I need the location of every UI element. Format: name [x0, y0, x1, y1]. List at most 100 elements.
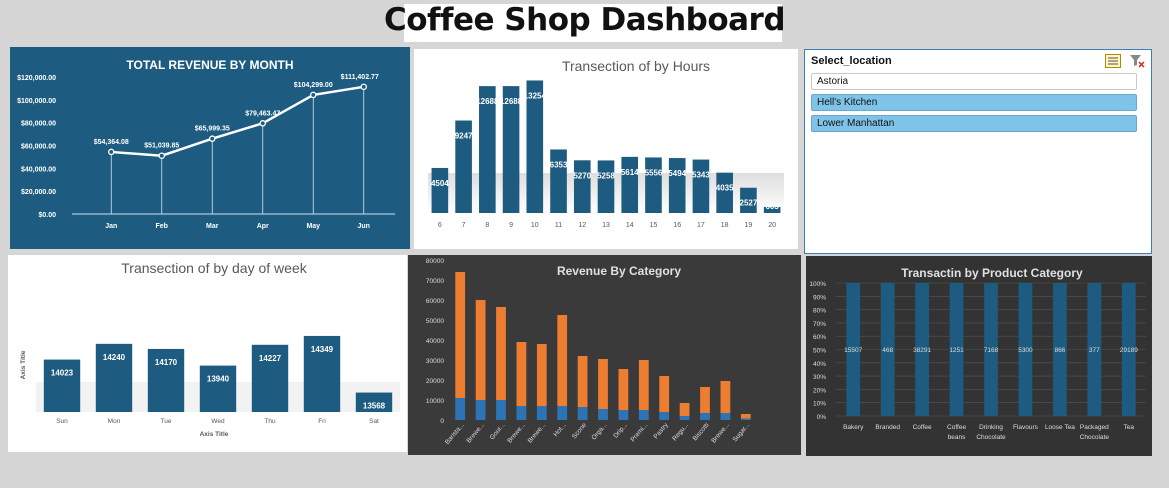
x-tick-label: 18 [721, 222, 729, 229]
x-tick-label: Regu... [671, 422, 690, 443]
chart-title: Transection of by Hours [562, 58, 710, 74]
bar-segment [536, 406, 547, 420]
x-tick-label: Drinking [979, 424, 1003, 431]
x-tick-label: Premi... [630, 422, 650, 444]
x-tick-label: 13 [602, 222, 610, 229]
bar-segment [618, 410, 629, 420]
clear-filter-icon[interactable] [1129, 54, 1145, 68]
bar [621, 156, 639, 213]
x-tick-label: Wed [211, 418, 225, 425]
x-tick-label: Loose Tea [1045, 424, 1075, 431]
x-tick-label: Thu [264, 418, 276, 425]
bar-segment [557, 315, 568, 406]
data-label: 5300 [1018, 347, 1033, 354]
x-tick-label: Chocolate [976, 434, 1006, 441]
data-label: 38291 [913, 347, 931, 354]
x-tick-label: Coffee [913, 424, 932, 431]
data-label: 5494 [668, 169, 686, 178]
data-label: 15507 [844, 347, 862, 354]
x-tick-label: 12 [578, 222, 586, 229]
y-tick-label: 60% [813, 334, 826, 341]
data-label: 5614 [621, 168, 639, 177]
data-point [158, 152, 165, 159]
slicer-item-hells-kitchen[interactable]: Hell's Kitchen [811, 94, 1137, 111]
x-tick-label: Apr [257, 223, 269, 230]
y-tick-label: 80% [813, 308, 826, 315]
data-label: 6353 [550, 160, 568, 169]
data-label: 14349 [311, 345, 334, 354]
data-point [208, 135, 216, 142]
y-tick-label: 60000 [426, 298, 444, 305]
x-tick-label: Hot... [552, 422, 567, 439]
x-tick-label: Mar [206, 223, 219, 230]
transactions-by-weekday-chart: Transection of by day of week 14023 Sun 142… [8, 255, 407, 452]
y-axis-title: Axis Title [20, 350, 27, 379]
chart-title: Revenue By Category [557, 264, 681, 278]
dashboard-title: Coffee Shop Dashboard [383, 2, 786, 38]
data-label: 468 [882, 347, 893, 354]
x-tick-label: Packaged [1080, 424, 1109, 431]
data-label: 29189 [1120, 347, 1138, 354]
y-tick-label: 10% [813, 401, 826, 408]
y-tick-label: $0.00 [38, 212, 56, 219]
bar-segment [700, 387, 710, 413]
bar [550, 149, 567, 213]
bar-segment [618, 369, 629, 410]
x-tick-label: Jan [105, 223, 117, 230]
data-label: 603 [765, 202, 779, 211]
location-slicer[interactable]: Select_location Astoria Hell's Kitchen L… [804, 49, 1152, 254]
x-tick-label: Mon [108, 418, 121, 425]
bar [692, 159, 710, 213]
multi-select-icon[interactable] [1105, 54, 1121, 68]
data-label: 377 [1089, 347, 1100, 354]
bar-segment [720, 413, 731, 420]
x-tick-label: Jun [358, 223, 370, 230]
revenue-by-month-chart: TOTAL REVENUE BY MONTH $0.00 $20,000.00 $40… [10, 47, 410, 249]
x-tick-label: Barista... [444, 422, 466, 446]
bar-segment [577, 407, 588, 420]
chart-title: TOTAL REVENUE BY MONTH [126, 58, 293, 72]
revenue-by-category-chart: 0 10000 20000 30000 40000 50000 60000 70000 8000… [408, 255, 801, 455]
y-tick-label: 70000 [426, 278, 444, 285]
bar-segment [496, 400, 506, 420]
slicer-item-astoria[interactable]: Astoria [811, 73, 1137, 90]
transactions-by-product-chart: Transactin by Product Category 0% 10% 20% 30… [806, 256, 1152, 456]
bar-segment [638, 360, 649, 410]
x-tick-label: beans [948, 434, 966, 441]
x-tick-label: 14 [626, 222, 634, 229]
bar-segment [516, 406, 527, 420]
x-tick-label: Brewe... [465, 422, 486, 445]
bar-segment [536, 344, 547, 406]
data-label: 14170 [155, 358, 178, 367]
data-label: 7168 [984, 347, 999, 354]
slicer-item-lower-manhattan[interactable]: Lower Manhattan [811, 115, 1137, 132]
bar-segment [516, 342, 527, 406]
data-label: 14023 [51, 369, 74, 378]
x-tick-label: Gour... [489, 422, 507, 442]
data-label: $54,364.08 [94, 139, 129, 146]
bar-segment [700, 413, 710, 420]
y-tick-label: 40000 [426, 338, 444, 345]
y-tick-label: 70% [813, 321, 826, 328]
data-label: 12688 [500, 97, 523, 106]
bar-segment [638, 410, 649, 420]
x-tick-label: Pastry [653, 421, 671, 440]
data-label: 5556 [645, 168, 663, 177]
data-point [108, 148, 115, 156]
bar-segment [475, 300, 486, 400]
x-tick-label: Sugar... [732, 422, 752, 444]
data-point [360, 83, 367, 91]
y-tick-label: 20000 [426, 378, 444, 385]
y-tick-label: $120,000.00 [17, 75, 56, 82]
x-tick-label: 20 [768, 222, 776, 229]
x-tick-label: Branded [875, 424, 900, 431]
chart-title: Transection of by day of week [121, 260, 307, 276]
bar [573, 160, 591, 213]
x-tick-label: Drip... [612, 422, 629, 440]
bar [199, 365, 237, 412]
x-tick-label: Tea [1124, 424, 1135, 431]
transactions-by-hours-chart: Transection of by Hours 4504 6 9247 7 12688 8 1… [414, 49, 798, 249]
bar-segment [598, 409, 608, 420]
y-tick-label: 30000 [426, 358, 444, 365]
data-label: 13940 [207, 375, 230, 384]
